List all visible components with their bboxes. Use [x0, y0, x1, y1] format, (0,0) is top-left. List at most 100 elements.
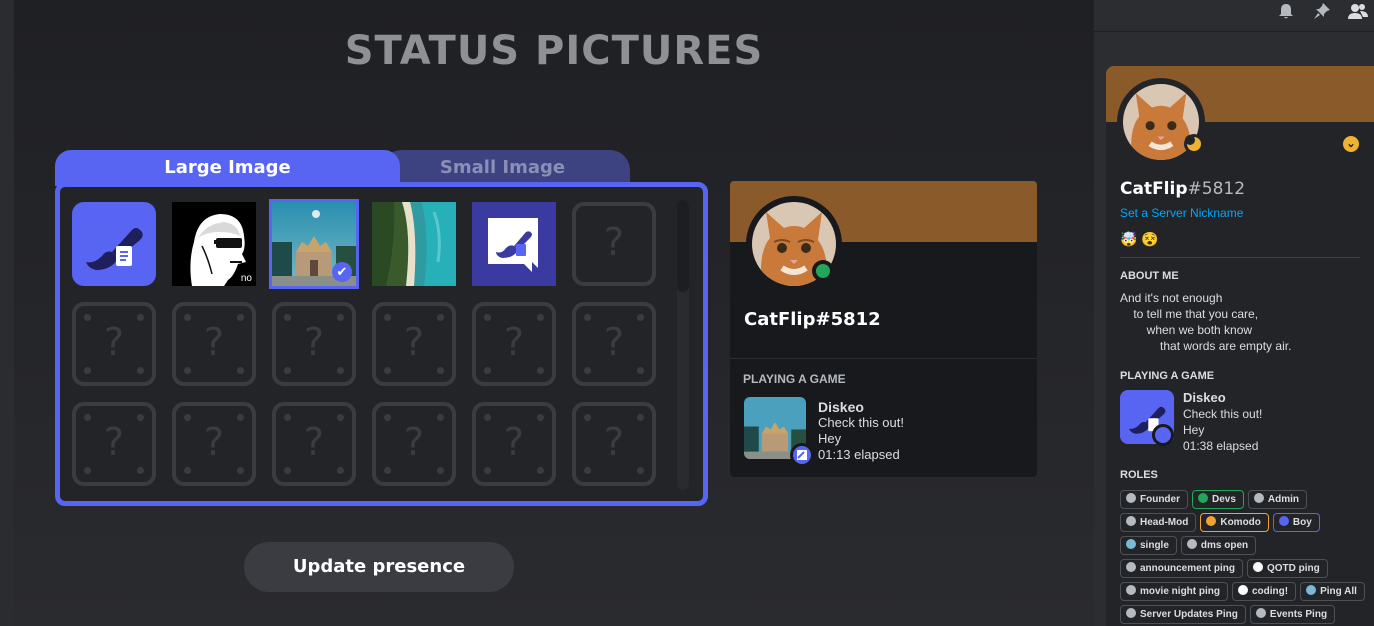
tile-diskeo-chat-logo[interactable] [472, 202, 556, 286]
placeholder-question-icon: ? [503, 320, 525, 364]
role-pill[interactable]: Head-Mod [1120, 513, 1197, 532]
role-color-icon [1253, 562, 1263, 572]
placeholder-question-icon: ? [603, 220, 625, 264]
role-pill[interactable]: movie night ping [1120, 582, 1228, 601]
role-pill[interactable]: single [1120, 536, 1177, 555]
role-pill[interactable]: announcement ping [1120, 559, 1243, 578]
dot [284, 414, 291, 421]
page-title: STATUS PICTURES [344, 28, 764, 74]
tile-placeholder[interactable]: ? [472, 302, 556, 386]
role-color-icon [1126, 562, 1136, 572]
roles-heading: ROLES [1120, 469, 1158, 481]
pin-icon[interactable] [1313, 2, 1331, 20]
role-pill[interactable]: Server Updates Ping [1120, 605, 1246, 624]
placeholder-question-icon: ? [103, 420, 125, 464]
main-panel: STATUS PICTURES Small Image Large Image [0, 0, 1094, 626]
tile-placeholder[interactable]: ? [572, 402, 656, 486]
role-pill[interactable]: Devs [1192, 490, 1244, 509]
tile-placeholder[interactable]: ? [72, 302, 156, 386]
role-pill[interactable]: Events Ping [1249, 605, 1336, 624]
dot [484, 314, 491, 321]
dot [84, 414, 91, 421]
role-label: Events Ping [1269, 609, 1328, 620]
dot [537, 314, 544, 321]
tile-diskeo-logo[interactable] [72, 202, 156, 286]
role-color-icon [1186, 539, 1197, 549]
role-pill[interactable]: Boy [1272, 513, 1320, 532]
role-color-icon [1126, 608, 1136, 618]
role-label: Admin [1267, 494, 1300, 505]
tab-large-image[interactable]: Large Image [55, 150, 400, 186]
role-label: QOTD ping [1267, 563, 1320, 574]
role-pill[interactable]: dms open [1180, 536, 1257, 555]
tile-temple-photo[interactable]: ✔ [269, 199, 359, 289]
dot [584, 467, 591, 474]
tab-small-image[interactable]: Small Image [375, 150, 630, 186]
grid-scroll-thumb[interactable] [677, 200, 689, 292]
placeholder-question-icon: ? [303, 420, 325, 464]
dot [637, 314, 644, 321]
role-pill[interactable]: coding! [1232, 582, 1297, 601]
dot [637, 414, 644, 421]
idle-status-icon [1184, 134, 1204, 154]
avatar[interactable] [746, 196, 842, 292]
tile-placeholder[interactable]: ? [572, 302, 656, 386]
dot [584, 367, 591, 374]
about-line: that words are empty air. [1120, 339, 1292, 353]
members-icon[interactable] [1348, 2, 1368, 20]
dot [437, 367, 444, 374]
role-pill[interactable]: Admin [1247, 490, 1308, 509]
app: STATUS PICTURES Small Image Large Image [0, 0, 1374, 626]
role-pill[interactable]: QOTD ping [1247, 559, 1328, 578]
role-label: movie night ping [1140, 586, 1220, 597]
role-label: announcement ping [1140, 563, 1235, 574]
role-label: Head-Mod [1140, 517, 1189, 528]
dot [537, 367, 544, 374]
tile-placeholder[interactable]: ? [572, 202, 656, 286]
about-heading: ABOUT ME [1120, 270, 1179, 282]
profile-game-details: Diskeo Check this out! Hey 01:38 elapsed [1183, 390, 1262, 454]
role-pill[interactable]: Komodo [1200, 513, 1269, 532]
update-presence-button[interactable]: Update presence [244, 542, 514, 592]
game-elapsed: 01:38 elapsed [1183, 439, 1259, 453]
chevron-down-icon[interactable]: ⌄ [1343, 136, 1359, 152]
tile-placeholder[interactable]: ? [372, 302, 456, 386]
dot [637, 467, 644, 474]
sidebar-scrollbar[interactable] [1094, 32, 1106, 626]
game-heading: PLAYING A GAME [1120, 370, 1215, 382]
tile-placeholder[interactable]: ? [172, 302, 256, 386]
tile-placeholder[interactable]: ? [272, 402, 356, 486]
role-pill[interactable]: Founder [1120, 490, 1188, 509]
tile-meme-face[interactable]: no [172, 202, 256, 286]
tile-placeholder[interactable]: ? [472, 402, 556, 486]
tile-placeholder[interactable]: ? [372, 402, 456, 486]
role-label: dms open [1200, 540, 1249, 551]
card-game-details: Diskeo Check this out! Hey 01:13 elapsed [818, 399, 904, 463]
dot [237, 467, 244, 474]
role-color-icon [1126, 539, 1136, 549]
dot [137, 314, 144, 321]
about-line: And it's not enough [1120, 291, 1223, 305]
dot [137, 467, 144, 474]
game-details: Check this out! [818, 415, 904, 430]
tile-placeholder[interactable]: ? [72, 402, 156, 486]
set-nickname-link[interactable]: Set a Server Nickname [1120, 206, 1243, 220]
brush-logo-icon [86, 228, 143, 270]
tile-placeholder[interactable]: ? [272, 302, 356, 386]
image-tabs: Small Image Large Image [55, 150, 630, 186]
dot [437, 314, 444, 321]
dot [284, 314, 291, 321]
role-color-icon [1253, 493, 1264, 503]
dot [84, 314, 91, 321]
tile-placeholder[interactable]: ? [172, 402, 256, 486]
role-color-icon [1126, 493, 1136, 503]
coast-image [372, 202, 456, 286]
dot [384, 314, 391, 321]
tile-coast-photo[interactable] [372, 202, 456, 286]
toolbar [1094, 0, 1374, 32]
presence-preview-card: CatFlip#5812 PLAYING A GAME Diskeo Check… [730, 181, 1037, 477]
bell-icon[interactable] [1277, 2, 1295, 20]
grid-scrollbar[interactable] [677, 200, 689, 490]
role-label: Komodo [1220, 517, 1261, 528]
role-pill[interactable]: Ping All [1300, 582, 1365, 601]
